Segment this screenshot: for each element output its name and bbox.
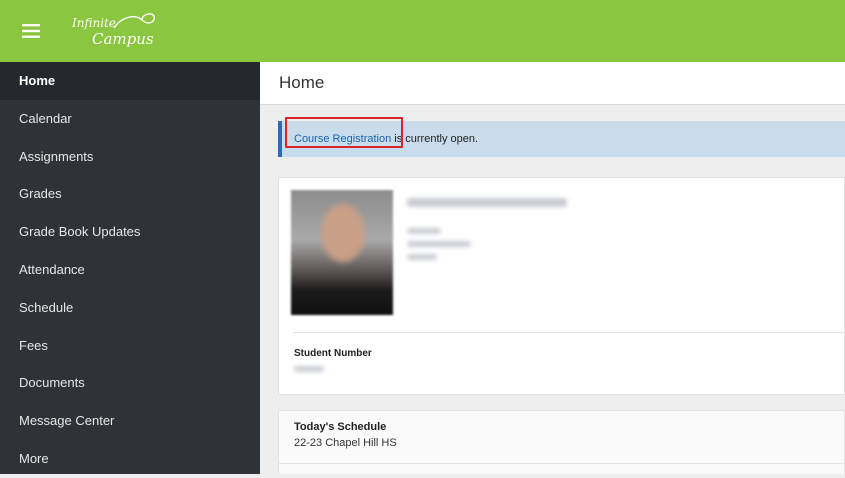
sidebar-item-fees[interactable]: Fees: [0, 327, 260, 365]
sidebar-item-documents[interactable]: Documents: [0, 364, 260, 402]
sidebar-item-calendar[interactable]: Calendar: [0, 100, 260, 138]
notice-text: is currently open.: [391, 133, 479, 145]
logo-line-2: Campus: [92, 30, 154, 48]
sidebar-item-attendance[interactable]: Attendance: [0, 251, 260, 289]
sidebar-item-home[interactable]: Home: [0, 62, 260, 100]
top-bar: Infinite Campus: [0, 0, 845, 62]
schedule-school: 22-23 Chapel Hill HS: [294, 437, 397, 449]
student-number-redacted: [294, 366, 324, 372]
sidebar-item-message-center[interactable]: Message Center: [0, 402, 260, 440]
sidebar: Home Calendar Assignments Grades Grade B…: [0, 62, 260, 474]
student-card: Student Number: [278, 177, 845, 395]
sidebar-item-grades[interactable]: Grades: [0, 175, 260, 213]
student-info-redacted: [407, 254, 437, 260]
card-divider: [293, 332, 845, 333]
student-photo: [291, 190, 393, 315]
sidebar-item-more[interactable]: More: [0, 440, 260, 478]
schedule-divider: [279, 463, 845, 464]
page-title: Home: [279, 73, 325, 92]
app-logo[interactable]: Infinite Campus: [62, 6, 172, 52]
page-header: Home: [260, 62, 845, 105]
menu-button[interactable]: [0, 0, 62, 62]
student-name-redacted: [407, 198, 567, 207]
student-number-label: Student Number: [294, 348, 372, 359]
course-registration-link[interactable]: Course Registration: [294, 133, 391, 145]
sidebar-item-schedule[interactable]: Schedule: [0, 289, 260, 327]
sidebar-item-assignments[interactable]: Assignments: [0, 138, 260, 176]
schedule-title: Today's Schedule: [294, 421, 387, 433]
sidebar-item-grade-book-updates[interactable]: Grade Book Updates: [0, 213, 260, 251]
student-info-redacted: [407, 228, 441, 234]
todays-schedule-card[interactable]: Today's Schedule 22-23 Chapel Hill HS: [278, 410, 845, 474]
student-info-redacted: [407, 241, 471, 247]
logo-line-1: Infinite: [72, 16, 116, 30]
hamburger-icon: [22, 24, 40, 38]
registration-notice: Course Registration is currently open.: [278, 117, 845, 157]
main-content: Home Course Registration is currently op…: [260, 62, 845, 474]
